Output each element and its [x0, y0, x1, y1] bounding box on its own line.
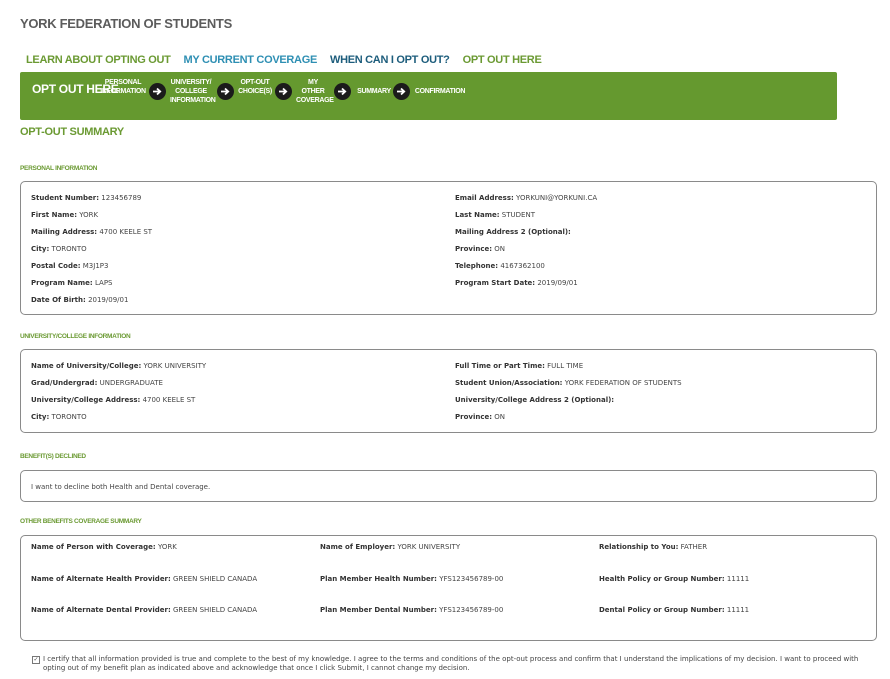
- field-telephone: Telephone: 4167362100: [455, 262, 545, 270]
- field-program-start-date: Program Start Date: 2019/09/01: [455, 279, 578, 287]
- field-name-of-employer: Name of Employer: YORK UNIVERSITY: [320, 543, 461, 551]
- step-opt-out-choices: OPT-OUT CHOICE(S): [238, 79, 272, 95]
- org-title: YORK FEDERATION OF STUDENTS: [20, 16, 232, 31]
- field-mailing-address: Mailing Address: 4700 KEELE ST: [31, 228, 153, 236]
- arrow-right-icon: [334, 83, 351, 100]
- field-alternate-health-provider: Name of Alternate Health Provider: GREEN…: [31, 575, 258, 583]
- field-date-of-birth: Date Of Birth: 2019/09/01: [31, 296, 129, 304]
- personal-info-box: Student Number: 123456789 Email Address:…: [20, 181, 877, 315]
- field-first-name: First Name: YORK: [31, 211, 99, 219]
- step-confirmation: CONFIRMATION: [414, 88, 466, 95]
- field-plan-member-health-number: Plan Member Health Number: YFS123456789-…: [320, 575, 504, 583]
- step-personal-information: PERSONAL INFORMATION: [100, 79, 146, 95]
- field-province: Province: ON: [455, 245, 506, 253]
- step-my-other-coverage: MY OTHER COVERAGE: [296, 79, 334, 104]
- step-university-college-information: UNIVERSITY/ COLLEGE INFORMATION: [170, 79, 216, 104]
- field-university-address-2: University/College Address 2 (Optional):: [455, 396, 615, 404]
- field-student-union: Student Union/Association: YORK FEDERATI…: [455, 379, 682, 387]
- nav-learn-about-opting-out[interactable]: LEARN ABOUT OPTING OUT: [26, 54, 171, 66]
- nav-opt-out-here[interactable]: OPT OUT HERE: [463, 54, 542, 66]
- field-university-name: Name of University/College: YORK UNIVERS…: [31, 362, 207, 370]
- field-health-policy-number: Health Policy or Group Number: 11111: [599, 575, 750, 583]
- certification: ✓ I certify that all information provide…: [32, 655, 872, 673]
- arrow-right-icon: [217, 83, 234, 100]
- field-relationship: Relationship to You: FATHER: [599, 543, 708, 551]
- field-full-or-part-time: Full Time or Part Time: FULL TIME: [455, 362, 584, 370]
- section-heading-university: UNIVERSITY/COLLEGE INFORMATION: [20, 333, 131, 340]
- step-summary: SUMMARY: [357, 88, 391, 95]
- field-plan-member-dental-number: Plan Member Dental Number: YFS123456789-…: [320, 606, 504, 614]
- field-last-name: Last Name: STUDENT: [455, 211, 535, 219]
- top-nav: LEARN ABOUT OPTING OUT MY CURRENT COVERA…: [26, 54, 542, 66]
- arrow-right-icon: [393, 83, 410, 100]
- section-heading-personal: PERSONAL INFORMATION: [20, 165, 98, 172]
- field-city: City: TORONTO: [31, 245, 87, 253]
- section-heading-benefits: BENEFIT(S) DECLINED: [20, 453, 86, 460]
- nav-my-current-coverage[interactable]: MY CURRENT COVERAGE: [184, 54, 318, 66]
- arrow-right-icon: [149, 83, 166, 100]
- university-info-box: Name of University/College: YORK UNIVERS…: [20, 349, 877, 433]
- field-postal-code: Postal Code: M3J1P3: [31, 262, 109, 270]
- benefits-declined-box: I want to decline both Health and Dental…: [20, 470, 877, 502]
- field-alternate-dental-provider: Name of Alternate Dental Provider: GREEN…: [31, 606, 258, 614]
- field-program-name: Program Name: LAPS: [31, 279, 113, 287]
- field-student-number: Student Number: 123456789: [31, 194, 142, 202]
- summary-title: OPT-OUT SUMMARY: [20, 126, 124, 138]
- other-coverage-box: Name of Person with Coverage: YORK Name …: [20, 535, 877, 641]
- arrow-right-icon: [275, 83, 292, 100]
- certify-text: I certify that all information provided …: [43, 655, 859, 672]
- field-university-province: Province: ON: [455, 413, 506, 421]
- field-university-city: City: TORONTO: [31, 413, 87, 421]
- progress-bar: OPT OUT HERE PERSONAL INFORMATION UNIVER…: [20, 72, 837, 120]
- field-person-with-coverage: Name of Person with Coverage: YORK: [31, 543, 177, 551]
- field-university-address: University/College Address: 4700 KEELE S…: [31, 396, 196, 404]
- field-email-address: Email Address: YORKUNI@YORKUNI.CA: [455, 194, 598, 202]
- field-dental-policy-number: Dental Policy or Group Number: 11111: [599, 606, 750, 614]
- field-grad-undergrad: Grad/Undergrad: UNDERGRADUATE: [31, 379, 163, 387]
- nav-when-can-i-opt-out[interactable]: WHEN CAN I OPT OUT?: [330, 54, 450, 66]
- certify-checkbox[interactable]: ✓: [32, 656, 40, 664]
- field-mailing-address-2: Mailing Address 2 (Optional):: [455, 228, 571, 236]
- benefits-declined-text: I want to decline both Health and Dental…: [31, 483, 211, 491]
- section-heading-other-coverage: OTHER BENEFITS COVERAGE SUMMARY: [20, 518, 142, 525]
